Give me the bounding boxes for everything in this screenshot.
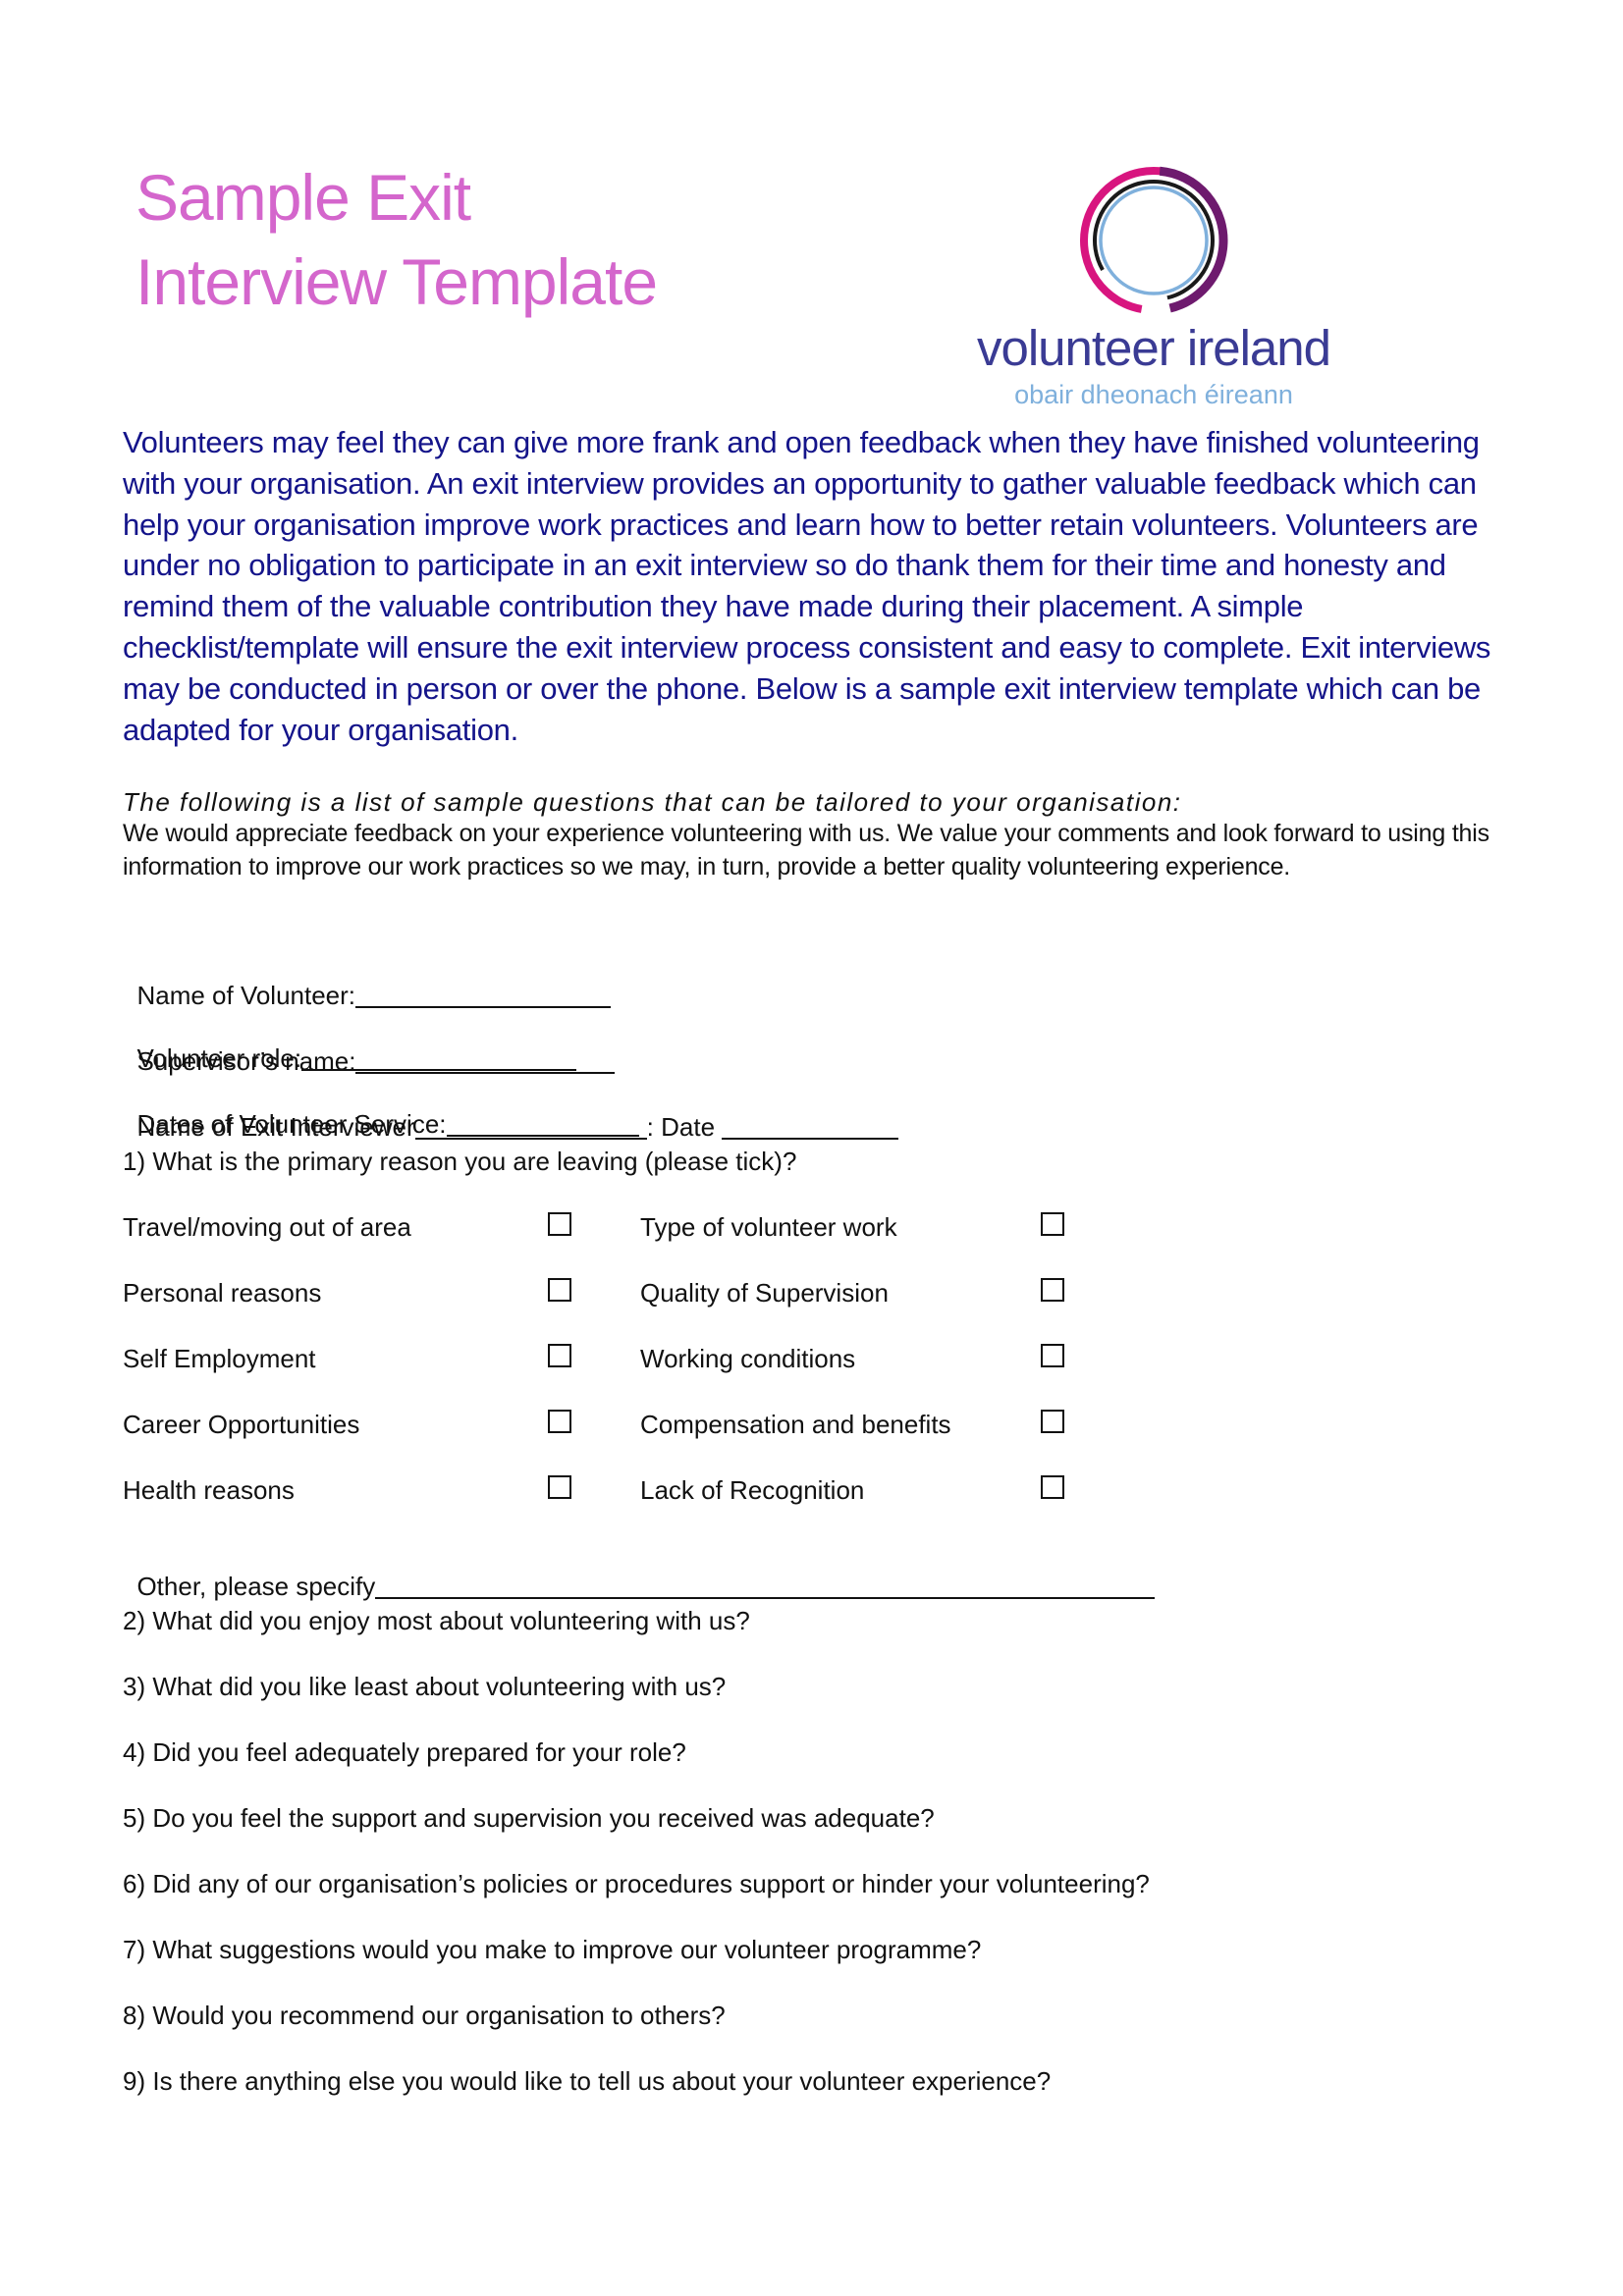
reason-checkbox[interactable] xyxy=(548,1344,571,1367)
volunteer-name-field[interactable] xyxy=(355,983,612,1008)
reason-label: Personal reasons xyxy=(123,1278,322,1308)
reason-checkbox[interactable] xyxy=(548,1212,571,1236)
questions-heading: The following is a list of sample questi… xyxy=(123,787,1182,817)
reason-checkbox[interactable] xyxy=(548,1410,571,1433)
volunteer-ireland-logo: volunteer ireland obair dheonach éireann xyxy=(957,162,1350,417)
reason-checkbox[interactable] xyxy=(1041,1410,1064,1433)
logo-tagline: obair dheonach éireann xyxy=(1014,380,1293,409)
logo-brand-text: volunteer ireland xyxy=(976,320,1331,376)
exit-interviewer-label: Name of Exit Interviewer xyxy=(136,1112,415,1142)
logo-rings-icon xyxy=(1079,166,1228,315)
question-6: 6) Did any of our organisation’s policie… xyxy=(123,1869,1150,1898)
interviewer-row: Name of Exit Interviewer : Date xyxy=(123,1080,899,1143)
question-7: 7) What suggestions would you make to im… xyxy=(123,1935,982,1964)
reason-label: Health reasons xyxy=(123,1475,295,1505)
other-specify-field[interactable] xyxy=(375,1574,1156,1599)
title-line-1: Sample Exit xyxy=(135,161,471,234)
volunteer-name-label: Name of Volunteer: xyxy=(136,981,356,1010)
reason-checkbox[interactable] xyxy=(1041,1278,1064,1302)
supervisor-name-field[interactable] xyxy=(355,1048,616,1074)
reason-label: Compensation and benefits xyxy=(640,1410,951,1439)
question-9: 9) Is there anything else you would like… xyxy=(123,2066,1052,2096)
question-5: 5) Do you feel the support and supervisi… xyxy=(123,1803,935,1833)
page-title: Sample Exit Interview Template xyxy=(135,155,658,324)
exit-interviewer-field[interactable] xyxy=(414,1114,647,1140)
reason-label: Self Employment xyxy=(123,1344,316,1373)
reason-label: Quality of Supervision xyxy=(640,1278,889,1308)
reason-checkbox[interactable] xyxy=(1041,1475,1064,1499)
reason-label: Career Opportunities xyxy=(123,1410,360,1439)
questions-intro: We would appreciate feedback on your exp… xyxy=(123,820,1489,881)
date-field[interactable] xyxy=(722,1114,899,1140)
reason-checkbox[interactable] xyxy=(548,1475,571,1499)
reason-checkbox[interactable] xyxy=(1041,1212,1064,1236)
question-1: 1) What is the primary reason you are le… xyxy=(123,1147,797,1176)
reason-label: Lack of Recognition xyxy=(640,1475,865,1505)
reason-label: Travel/moving out of area xyxy=(123,1212,411,1242)
question-4: 4) Did you feel adequately prepared for … xyxy=(123,1737,686,1767)
title-line-2: Interview Template xyxy=(135,245,658,318)
date-label: : Date xyxy=(646,1112,723,1142)
reason-label: Working conditions xyxy=(640,1344,856,1373)
other-specify-label: Other, please specify xyxy=(136,1572,376,1601)
reason-checkbox[interactable] xyxy=(1041,1344,1064,1367)
supervisor-name-label: Supervisor’s name: xyxy=(136,1046,356,1076)
reason-checkbox[interactable] xyxy=(548,1278,571,1302)
question-3: 3) What did you like least about volunte… xyxy=(123,1672,727,1701)
question-8: 8) Would you recommend our organisation … xyxy=(123,2001,726,2030)
question-2: 2) What did you enjoy most about volunte… xyxy=(123,1606,750,1635)
other-specify-row: Other, please specify xyxy=(123,1539,1156,1602)
reason-label: Type of volunteer work xyxy=(640,1212,897,1242)
intro-paragraph: Volunteers may feel they can give more f… xyxy=(123,425,1491,747)
